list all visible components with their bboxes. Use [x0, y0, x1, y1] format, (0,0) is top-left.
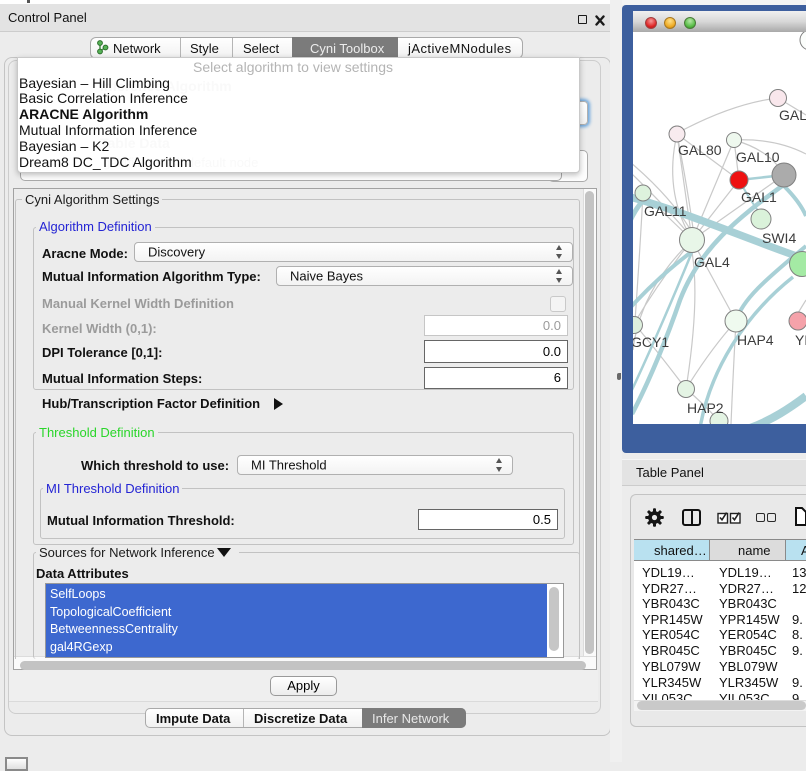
svg-text:SWI4: SWI4 [762, 230, 796, 246]
svg-text:GAL11: GAL11 [644, 203, 687, 219]
svg-text:YM: YM [795, 332, 806, 348]
svg-text:GCY1: GCY1 [633, 334, 669, 350]
svg-text:GAL10: GAL10 [736, 149, 780, 165]
svg-text:HAP2: HAP2 [687, 400, 724, 416]
svg-text:GAL4: GAL4 [694, 254, 730, 270]
svg-text:GAL1: GAL1 [741, 189, 777, 205]
svg-text:HAP4: HAP4 [737, 332, 774, 348]
svg-text:GAL80: GAL80 [678, 142, 722, 158]
svg-text:GAL7: GAL7 [779, 107, 806, 123]
